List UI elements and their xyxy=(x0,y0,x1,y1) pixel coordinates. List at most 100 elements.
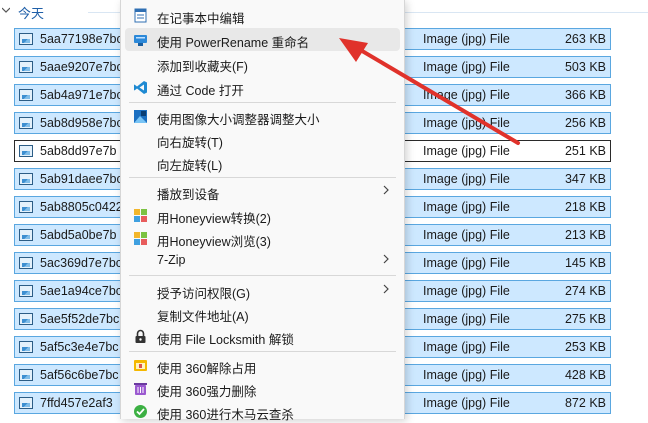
honeyview-icon xyxy=(134,209,147,222)
menu-item-rotate-right[interactable]: 向右旋转(T) xyxy=(125,128,400,151)
file-type: Image (jpg) File xyxy=(423,32,510,46)
file-size: 263 KB xyxy=(564,32,606,46)
file-size: 428 KB xyxy=(564,368,606,382)
menu-item-7zip[interactable]: 7-Zip xyxy=(125,249,400,272)
file-size: 253 KB xyxy=(564,340,606,354)
file-size: 213 KB xyxy=(564,228,606,242)
menu-item-honeyview-convert[interactable]: 用Honeyview转换(2) xyxy=(125,204,400,227)
menu-item-label: 向右旋转(T) xyxy=(157,136,223,150)
menu-item-label: 向左旋转(L) xyxy=(157,159,223,173)
menu-item-cast-to-device[interactable]: 播放到设备 xyxy=(125,180,400,203)
image-resizer-icon xyxy=(134,110,147,123)
image-file-icon xyxy=(19,117,33,129)
file-name: 5ab91daee7bc xyxy=(40,172,123,186)
honeyview-icon xyxy=(134,232,147,245)
image-file-icon xyxy=(19,173,33,185)
menu-item-file-locksmith[interactable]: 使用 File Locksmith 解锁 xyxy=(125,325,400,348)
menu-separator xyxy=(129,177,396,178)
menu-item-image-resizer[interactable]: 使用图像大小调整器调整大小 xyxy=(125,105,400,128)
image-file-icon xyxy=(19,33,33,45)
menu-item-copy-path[interactable]: 复制文件地址(A) xyxy=(125,302,400,325)
chevron-right-icon xyxy=(383,284,389,294)
file-type: Image (jpg) File xyxy=(423,256,510,270)
menu-item-label: 使用 PowerRename 重命名 xyxy=(157,36,310,50)
menu-item-label: 使用 360进行木马云查杀 xyxy=(157,408,294,422)
menu-item-label: 使用 File Locksmith 解锁 xyxy=(157,333,294,347)
file-type: Image (jpg) File xyxy=(423,368,510,382)
menu-item-edit-in-notepad[interactable]: 在记事本中编辑 xyxy=(125,4,400,27)
menu-item-360-trojan-scan[interactable]: 使用 360进行木马云查杀 xyxy=(125,400,400,423)
group-title: 今天 xyxy=(18,6,45,21)
file-name: 7ffd457e2af3 xyxy=(40,396,113,410)
file-name: 5ab8805c0422 xyxy=(40,200,123,214)
image-file-icon xyxy=(19,201,33,213)
file-name: 5ae5f52de7bc xyxy=(40,312,120,326)
menu-item-360-force-delete[interactable]: 使用 360强力删除 xyxy=(125,377,400,400)
menu-item-rotate-left[interactable]: 向左旋转(L) xyxy=(125,151,400,174)
file-size: 145 KB xyxy=(564,256,606,270)
file-size: 366 KB xyxy=(564,88,606,102)
file-type: Image (jpg) File xyxy=(423,228,510,242)
file-type: Image (jpg) File xyxy=(423,396,510,410)
file-size: 218 KB xyxy=(564,200,606,214)
file-name: 5af56c6be7bc xyxy=(40,368,119,382)
image-file-icon xyxy=(19,341,33,353)
360-scan-icon xyxy=(134,405,147,418)
image-file-icon xyxy=(19,257,33,269)
menu-item-label: 使用 360强力删除 xyxy=(157,385,257,399)
menu-item-label: 用Honeyview转换(2) xyxy=(157,212,271,226)
menu-item-open-with-code[interactable]: 通过 Code 打开 xyxy=(125,76,400,99)
file-name: 5ab8dd97e7b xyxy=(40,144,117,158)
360-unlock-icon xyxy=(134,360,147,371)
menu-item-label: 7-Zip xyxy=(157,253,186,267)
file-size: 347 KB xyxy=(564,172,606,186)
file-size: 251 KB xyxy=(564,144,606,158)
file-name: 5af5c3e4e7bc xyxy=(40,340,119,354)
image-file-icon xyxy=(19,369,33,381)
file-type: Image (jpg) File xyxy=(423,60,510,74)
file-type: Image (jpg) File xyxy=(423,116,510,130)
image-file-icon xyxy=(19,313,33,325)
file-type: Image (jpg) File xyxy=(423,88,510,102)
chevron-right-icon xyxy=(383,254,389,264)
powerrename-icon xyxy=(134,35,147,46)
context-menu: 在记事本中编辑 使用 PowerRename 重命名 添加到收藏夹(F) 通过 … xyxy=(120,0,405,422)
file-name: 5aa77198e7bc xyxy=(40,32,123,46)
file-name: 5ae1a94ce7bc xyxy=(40,284,123,298)
file-type: Image (jpg) File xyxy=(423,284,510,298)
menu-separator xyxy=(129,275,396,276)
notepad-icon xyxy=(134,8,147,23)
menu-item-powerrename[interactable]: 使用 PowerRename 重命名 xyxy=(125,28,400,51)
image-file-icon xyxy=(19,145,33,157)
menu-item-label: 使用图像大小调整器调整大小 xyxy=(157,113,320,127)
menu-item-label: 在记事本中编辑 xyxy=(157,12,245,26)
menu-item-label: 通过 Code 打开 xyxy=(157,84,244,98)
lock-icon xyxy=(135,329,146,343)
menu-item-label: 复制文件地址(A) xyxy=(157,310,249,324)
vscode-icon xyxy=(134,81,147,94)
menu-item-add-to-favorites[interactable]: 添加到收藏夹(F) xyxy=(125,52,400,75)
image-file-icon xyxy=(19,397,33,409)
image-file-icon xyxy=(19,285,33,297)
menu-item-360-unlock[interactable]: 使用 360解除占用 xyxy=(125,354,400,377)
chevron-right-icon xyxy=(383,185,389,195)
file-type: Image (jpg) File xyxy=(423,172,510,186)
file-type: Image (jpg) File xyxy=(423,340,510,354)
menu-item-label: 使用 360解除占用 xyxy=(157,362,257,376)
image-file-icon xyxy=(19,61,33,73)
menu-item-honeyview-browse[interactable]: 用Honeyview浏览(3) xyxy=(125,227,400,250)
file-size: 503 KB xyxy=(564,60,606,74)
image-file-icon xyxy=(19,89,33,101)
menu-item-grant-access[interactable]: 授予访问权限(G) xyxy=(125,279,400,302)
file-size: 275 KB xyxy=(564,312,606,326)
file-name: 5ab8d958e7bc xyxy=(40,116,123,130)
chevron-down-icon[interactable] xyxy=(2,6,10,14)
menu-separator xyxy=(129,351,396,352)
file-size: 256 KB xyxy=(564,116,606,130)
file-type: Image (jpg) File xyxy=(423,200,510,214)
menu-item-label: 用Honeyview浏览(3) xyxy=(157,235,271,249)
menu-item-label: 添加到收藏夹(F) xyxy=(157,60,248,74)
image-file-icon xyxy=(19,229,33,241)
file-type: Image (jpg) File xyxy=(423,312,510,326)
file-size: 274 KB xyxy=(564,284,606,298)
